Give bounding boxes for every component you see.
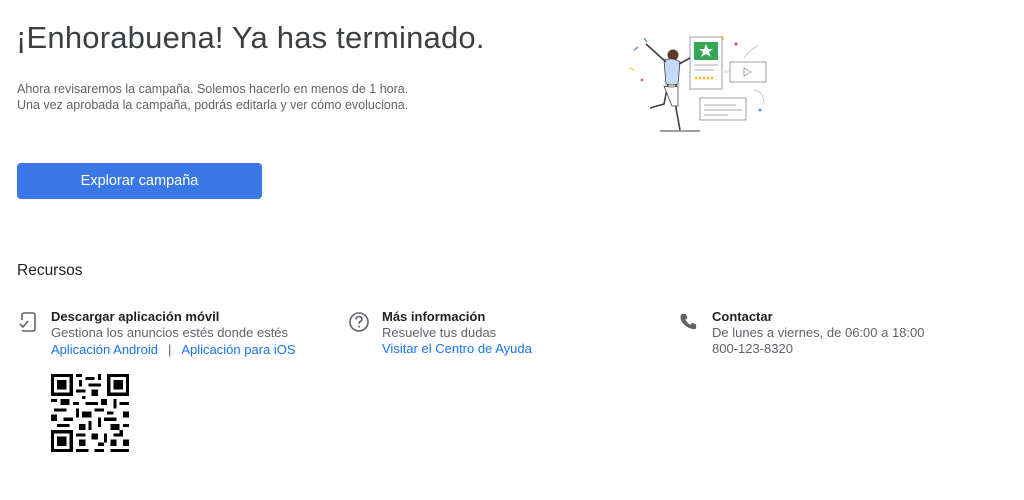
phone-check-icon xyxy=(19,312,36,332)
approval-message: Una vez aprobada la campaña, podrás edit… xyxy=(17,98,409,112)
qr-code xyxy=(51,374,129,452)
celebration-illustration xyxy=(629,35,767,132)
page-title: ¡Enhorabuena! Ya has terminado. xyxy=(16,20,485,55)
explore-campaign-button[interactable]: Explorar campaña xyxy=(17,163,262,199)
more-info-description: Resuelve tus dudas xyxy=(382,325,497,340)
link-separator: | xyxy=(167,342,172,357)
phone-icon xyxy=(680,314,697,330)
contact-hours: De lunes a viernes, de 06:00 a 18:00 xyxy=(712,325,925,340)
more-info-heading: Más información xyxy=(382,309,486,324)
download-app-description: Gestiona los anuncios estés donde estés xyxy=(51,325,289,340)
download-app-heading: Descargar aplicación móvil xyxy=(51,309,220,324)
android-app-link[interactable]: Aplicación Android xyxy=(51,342,158,357)
resources-heading: Recursos xyxy=(17,262,83,279)
ios-app-link[interactable]: Aplicación para iOS xyxy=(181,342,295,357)
review-message: Ahora revisaremos la campaña. Solemos ha… xyxy=(17,82,409,96)
help-circle-icon xyxy=(349,312,369,332)
contact-heading: Contactar xyxy=(712,309,773,324)
help-center-link[interactable]: Visitar el Centro de Ayuda xyxy=(382,341,532,357)
contact-phone[interactable]: 800-123-8320 xyxy=(712,341,924,357)
